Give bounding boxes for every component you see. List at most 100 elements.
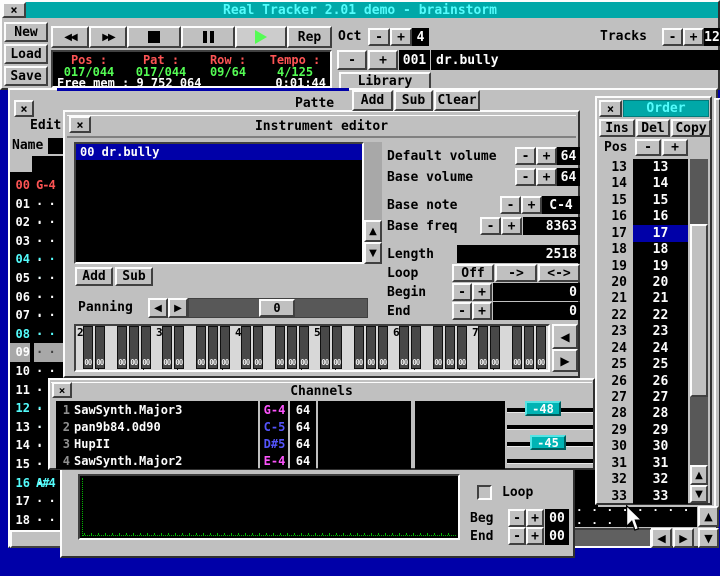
pattern-row-number[interactable]: 02 — [10, 213, 30, 232]
black-key[interactable]: 00 — [433, 326, 443, 369]
pattern-row-number[interactable]: 15 — [10, 455, 30, 474]
instrument-list-item-selected[interactable]: 00 dr.bully — [76, 144, 362, 160]
default-volume-plus-button[interactable]: + — [536, 147, 557, 165]
order-row-pos[interactable]: 26 — [599, 373, 627, 390]
panning-left-button[interactable]: ◀ — [148, 298, 168, 318]
instrument-minus-button[interactable]: - — [337, 50, 367, 70]
oct-plus-button[interactable]: + — [390, 28, 412, 46]
pattern-row-number[interactable]: 09 — [10, 343, 30, 362]
base-volume-minus-button[interactable]: - — [515, 168, 536, 186]
base-note-plus-button[interactable]: + — [521, 196, 542, 214]
order-row-pos[interactable]: 13 — [599, 159, 627, 176]
order-row-pos[interactable]: 29 — [599, 422, 627, 439]
pattern-row-number[interactable]: 11 — [10, 381, 30, 400]
sample-end-plus-button[interactable]: + — [526, 527, 544, 545]
pattern-row-number[interactable]: 16 — [10, 474, 30, 493]
pattern-row-number[interactable]: 18 — [10, 511, 30, 530]
pattern-row-number[interactable]: 04 — [10, 250, 30, 269]
oct-minus-button[interactable]: - — [368, 28, 390, 46]
black-key[interactable]: 00 — [117, 326, 127, 369]
black-key[interactable]: 00 — [524, 326, 534, 369]
pattern-row-number[interactable]: 10 — [10, 362, 30, 381]
black-key[interactable]: 00 — [275, 326, 285, 369]
pattern-scroll-down-button[interactable]: ▼ — [698, 528, 719, 548]
order-row-pos[interactable]: 20 — [599, 274, 627, 291]
order-pos-minus-button[interactable]: - — [635, 139, 661, 156]
pattern-row-number[interactable]: 00 — [10, 176, 30, 195]
black-key[interactable]: 00 — [174, 326, 184, 369]
order-row-pos[interactable]: 22 — [599, 307, 627, 324]
black-key[interactable]: 00 — [445, 326, 455, 369]
order-close-button[interactable]: × — [599, 100, 622, 117]
panning-right-button[interactable]: ▶ — [168, 298, 188, 318]
pause-button[interactable] — [181, 26, 235, 48]
waveform-display[interactable] — [78, 474, 460, 540]
channels-close-button[interactable]: × — [52, 382, 72, 398]
order-row-pos[interactable]: 30 — [599, 438, 627, 455]
sample-sub-button[interactable]: Sub — [115, 267, 153, 286]
black-key[interactable]: 00 — [478, 326, 488, 369]
channel-slider-track[interactable] — [507, 425, 593, 430]
black-key[interactable]: 00 — [287, 326, 297, 369]
pattern-row-number[interactable]: 08 — [10, 325, 30, 344]
pattern-scroll-left-button[interactable]: ◀ — [651, 528, 672, 548]
black-key[interactable]: 00 — [320, 326, 330, 369]
order-row-pos[interactable]: 15 — [599, 192, 627, 209]
begin-plus-button[interactable]: + — [472, 283, 492, 301]
sample-beg-minus-button[interactable]: - — [508, 509, 526, 527]
black-key[interactable]: 00 — [162, 326, 172, 369]
tracks-plus-button[interactable]: + — [683, 28, 704, 46]
black-key[interactable]: 00 — [196, 326, 206, 369]
pattern-bottom-box[interactable] — [10, 530, 65, 548]
pattern-row-number[interactable]: 01 — [10, 195, 30, 214]
panning-slider[interactable]: 0 — [188, 298, 368, 318]
order-row-pos[interactable]: 33 — [599, 488, 627, 505]
instrument-name-field[interactable]: dr.bully — [431, 50, 720, 70]
pattern-scroll-up-button[interactable]: ▲ — [698, 506, 719, 527]
order-row-pos[interactable]: 27 — [599, 389, 627, 406]
rewind-button[interactable]: ◀◀ — [51, 26, 89, 48]
pattern-add-button[interactable]: Add — [352, 90, 393, 111]
order-row-pos[interactable]: 24 — [599, 340, 627, 357]
order-row-pos[interactable]: 25 — [599, 356, 627, 373]
order-scroll-down-button[interactable]: ▼ — [690, 485, 708, 503]
loop-pingpong-button[interactable]: <-> — [538, 264, 580, 282]
pattern-row-number[interactable]: 14 — [10, 436, 30, 455]
order-row-pos[interactable]: 21 — [599, 290, 627, 307]
channel-slider-thumb[interactable]: -45 — [530, 435, 566, 450]
order-row-pos[interactable]: 32 — [599, 471, 627, 488]
pattern-row-number[interactable]: 05 — [10, 269, 30, 288]
black-key[interactable]: 00 — [332, 326, 342, 369]
black-key[interactable]: 00 — [95, 326, 105, 369]
black-key[interactable]: 00 — [129, 326, 139, 369]
order-row-pos[interactable]: 23 — [599, 323, 627, 340]
end-minus-button[interactable]: - — [452, 302, 472, 320]
begin-minus-button[interactable]: - — [452, 283, 472, 301]
repeat-button[interactable]: Rep — [287, 26, 332, 48]
order-row-pos[interactable]: 14 — [599, 175, 627, 192]
order-ins-button[interactable]: Ins — [599, 119, 635, 137]
sample-add-button[interactable]: Add — [75, 267, 113, 286]
black-key[interactable]: 00 — [512, 326, 522, 369]
order-row-pos[interactable]: 17 — [599, 225, 627, 242]
tracks-minus-button[interactable]: - — [662, 28, 683, 46]
channels-name-column[interactable] — [56, 401, 258, 469]
default-volume-minus-button[interactable]: - — [515, 147, 536, 165]
order-row-pos[interactable]: 19 — [599, 258, 627, 275]
black-key[interactable]: 00 — [253, 326, 263, 369]
stop-button[interactable] — [127, 26, 181, 48]
pattern-sub-button[interactable]: Sub — [394, 90, 433, 111]
order-del-button[interactable]: Del — [636, 119, 670, 137]
order-row-pos[interactable]: 28 — [599, 405, 627, 422]
loop-forward-button[interactable]: -> — [495, 264, 537, 282]
black-key[interactable]: 00 — [490, 326, 500, 369]
instrument-plus-button[interactable]: + — [368, 50, 398, 70]
instrument-editor-close-button[interactable]: × — [69, 116, 91, 133]
black-key[interactable]: 00 — [354, 326, 364, 369]
black-key[interactable]: 00 — [457, 326, 467, 369]
order-row-pos[interactable]: 16 — [599, 208, 627, 225]
instrument-list-down-button[interactable]: ▼ — [364, 242, 382, 264]
fastforward-button[interactable]: ▶▶ — [89, 26, 127, 48]
pattern-row-number[interactable]: 06 — [10, 288, 30, 307]
black-key[interactable]: 00 — [366, 326, 376, 369]
